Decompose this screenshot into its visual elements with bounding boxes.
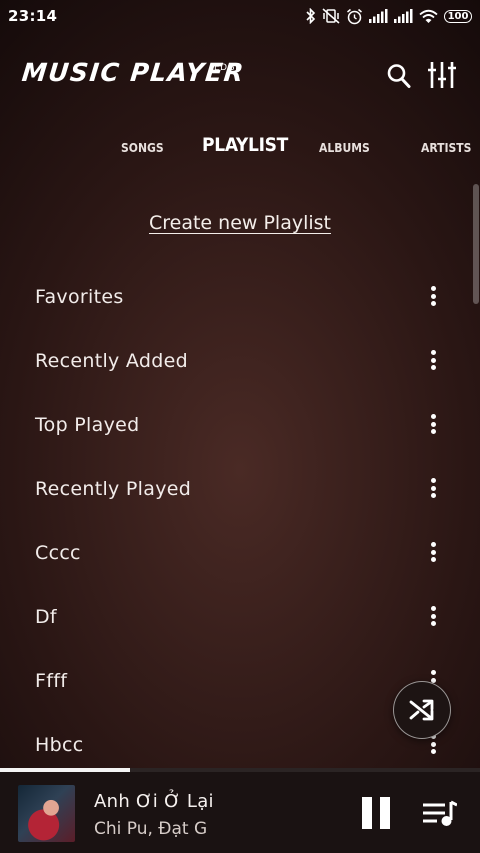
search-icon[interactable] [386, 62, 412, 90]
more-vert-icon[interactable] [424, 540, 442, 564]
status-time: 23:14 [8, 7, 58, 25]
playlist-item[interactable]: Recently Played [0, 458, 480, 522]
more-vert-icon[interactable] [424, 284, 442, 308]
more-vert-icon[interactable] [424, 348, 442, 372]
shuffle-button[interactable] [393, 681, 451, 739]
more-vert-icon[interactable] [424, 476, 442, 500]
playlist-name: Favorites [35, 286, 124, 308]
equalizer-icon[interactable] [428, 60, 456, 90]
shuffle-icon [409, 699, 434, 721]
playlist-name: Recently Added [35, 350, 188, 372]
playback-progress-fill [0, 768, 130, 772]
now-playing-bar[interactable]: Anh Ơi Ở Lại Chi Pu, Đạt G [0, 768, 480, 853]
more-vert-icon[interactable] [424, 412, 442, 436]
playlist-name: Top Played [35, 414, 140, 436]
tab-playlist[interactable]: PLAYLIST [202, 134, 288, 156]
tab-bar: SONGS PLAYLIST ALBUMS ARTISTS [0, 134, 480, 164]
create-playlist-link[interactable]: Create new Playlist [0, 212, 480, 234]
pause-icon[interactable] [362, 797, 390, 829]
battery-icon: 100 [444, 9, 472, 23]
album-cover[interactable] [18, 785, 75, 842]
playlist-item[interactable]: Cccc [0, 522, 480, 586]
tab-songs[interactable]: SONGS [121, 141, 164, 155]
playlist-name: Ffff [35, 670, 68, 692]
playlist-name: Recently Played [35, 478, 192, 500]
playlist-name: Hbcc [35, 734, 84, 756]
wifi-icon [419, 9, 438, 23]
signal-icon [369, 9, 388, 23]
song-title: Anh Ơi Ở Lại [94, 791, 214, 812]
bluetooth-icon [306, 8, 316, 24]
status-bar: 23:14 100 [0, 0, 480, 32]
playlist-item[interactable]: Df [0, 586, 480, 650]
playlist-item[interactable]: Favorites [0, 266, 480, 330]
app-edition-badge: EDGE [214, 63, 242, 73]
app-title: MUSIC PLAYER [20, 58, 247, 87]
signal-icon [394, 9, 413, 23]
playlist-item[interactable]: Recently Added [0, 330, 480, 394]
queue-music-icon[interactable] [423, 800, 457, 828]
vibrate-off-icon [322, 8, 340, 24]
playlist-name: Cccc [35, 542, 81, 564]
tab-artists[interactable]: ARTISTS [421, 141, 471, 155]
song-artist: Chi Pu, Đạt G [94, 819, 208, 839]
more-vert-icon[interactable] [424, 604, 442, 628]
playlist-item[interactable]: Top Played [0, 394, 480, 458]
alarm-icon [347, 8, 362, 24]
playback-progress[interactable] [0, 768, 480, 772]
status-icons: 100 [306, 6, 472, 26]
tab-albums[interactable]: ALBUMS [319, 141, 370, 155]
playlist-name: Df [35, 606, 57, 628]
